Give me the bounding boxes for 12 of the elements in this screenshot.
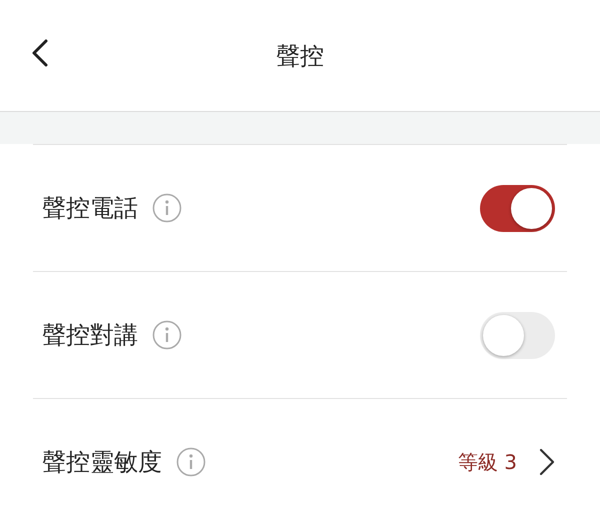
info-icon[interactable]: [152, 193, 182, 223]
page-title: 聲控: [276, 40, 324, 72]
setting-label: 聲控靈敏度: [42, 447, 162, 478]
chevron-right-icon[interactable]: [539, 448, 555, 476]
toggle-switch[interactable]: [480, 184, 555, 232]
setting-label: 聲控對講: [42, 320, 138, 351]
info-icon[interactable]: [176, 447, 206, 477]
info-icon[interactable]: [152, 320, 182, 350]
setting-label: 聲控電話: [42, 193, 138, 224]
back-icon[interactable]: [30, 39, 50, 67]
setting-value: 等級 3: [458, 448, 517, 476]
toggle-switch[interactable]: [480, 312, 555, 358]
